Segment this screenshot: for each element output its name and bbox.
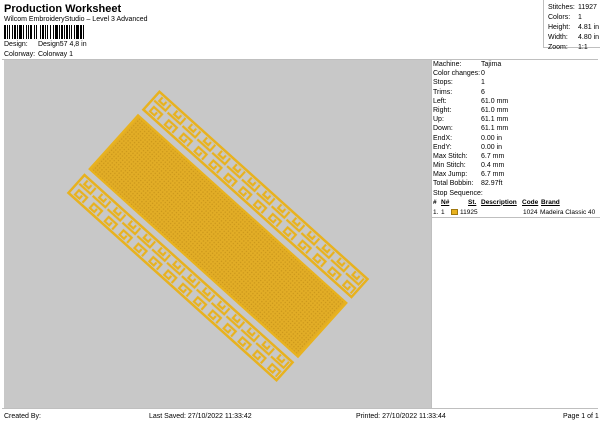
stat-width: Width: 4.80 in <box>548 34 600 41</box>
info-row: Min Stitch: 0.4 mm <box>432 161 600 170</box>
info-label: Min Stitch: <box>433 162 466 170</box>
worksheet-footer: Created By: Last Saved: 27/10/2022 11:33… <box>2 408 599 424</box>
created-by: Created By: <box>4 413 41 420</box>
info-label: Trims: <box>433 88 453 96</box>
info-row: Down: 61.1 mm <box>432 124 600 133</box>
colorway-value: Colorway 1 <box>37 51 73 58</box>
colorway-row: Colorway: Colorway 1 <box>4 51 73 58</box>
info-label: Right: <box>433 106 452 114</box>
info-label: Max Stitch: <box>433 152 468 160</box>
info-label: Machine: <box>433 61 462 68</box>
last-saved: Last Saved: 27/10/2022 11:33:42 <box>149 413 252 420</box>
info-label: EndX: <box>433 134 453 142</box>
info-row: EndY: 0.00 in <box>432 143 600 152</box>
embroidery-preview-image <box>66 90 370 382</box>
info-value: 61.1 mm <box>481 125 509 133</box>
info-value: 6 <box>481 88 485 96</box>
info-value: 0.00 in <box>481 143 503 151</box>
info-label: Stops: <box>433 79 453 87</box>
stop-sequence-row: 1. 1 11925 1024 Madeira Classic 40 <box>432 208 600 218</box>
design-barcode <box>4 25 126 39</box>
info-row: Trims: 6 <box>432 88 600 97</box>
info-row: Machine: Tajima <box>432 60 600 69</box>
info-row: Max Stitch: 6.7 mm <box>432 152 600 161</box>
thread-color-swatch <box>451 208 458 215</box>
info-label: Down: <box>433 125 453 133</box>
stat-stitches: Stitches: 11927 <box>548 4 597 11</box>
info-label: Left: <box>433 97 447 105</box>
info-value: 1 <box>481 79 485 87</box>
design-value: Design57 4,8 in <box>37 41 87 48</box>
info-value: 82.97ft <box>481 180 503 188</box>
info-row: Total Bobbin: 82.97ft <box>432 179 600 188</box>
info-value: 0.00 in <box>481 134 503 142</box>
design-preview <box>4 60 431 408</box>
info-value: 6.7 mm <box>481 152 505 160</box>
design-info-panel: Machine: Tajima Color changes:0 Stops: 1 Trim… <box>431 60 600 408</box>
stat-zoom: Zoom: 1:1 <box>548 44 588 51</box>
info-row: Right: 61.0 mm <box>432 106 600 115</box>
printed-date: Printed: 27/10/2022 11:33:44 <box>356 413 446 420</box>
info-row: EndX: 0.00 in <box>432 134 600 143</box>
stats-box: Stitches: 11927 Colors: 1 Height: 4.81 in W… <box>543 0 600 51</box>
stat-colors: Colors: 1 <box>548 14 582 21</box>
info-value: 0 <box>481 70 485 78</box>
worksheet-title: Production Worksheet <box>4 3 122 15</box>
info-value: 61.1 mm <box>481 116 509 124</box>
design-row: Design: Design57 4,8 in <box>4 41 87 48</box>
info-label: Color changes: <box>433 70 481 78</box>
design-label: Design: <box>4 41 28 48</box>
info-label: Max Jump: <box>433 171 468 179</box>
stat-height: Height: 4.81 in <box>548 24 600 31</box>
info-value: 0.4 mm <box>481 162 505 170</box>
production-worksheet: Production Worksheet Wilcom EmbroiderySt… <box>0 0 600 424</box>
info-value: 61.0 mm <box>481 97 509 105</box>
stop-sequence-title: Stop Sequence: <box>433 189 483 197</box>
colorway-label: Colorway: <box>4 51 36 58</box>
info-label: Total Bobbin: <box>433 180 474 188</box>
info-value: 61.0 mm <box>481 106 509 114</box>
info-value: 6.7 mm <box>481 171 505 179</box>
page-number: Page 1 of 1 <box>563 413 599 420</box>
info-label: Up: <box>433 116 444 124</box>
info-row: Stops: 1 <box>432 78 600 87</box>
stop-sequence-header: # N# St. Description Code Brand <box>433 198 560 206</box>
info-label: EndY: <box>433 143 452 151</box>
info-value: Tajima <box>481 61 502 68</box>
info-row: Max Jump: 6.7 mm <box>432 170 600 179</box>
info-row: Up: 61.1 mm <box>432 115 600 124</box>
info-row: Color changes:0 <box>432 69 600 78</box>
software-name: Wilcom EmbroideryStudio – Level 3 Advanc… <box>4 16 148 23</box>
info-row: Left: 61.0 mm <box>432 97 600 106</box>
